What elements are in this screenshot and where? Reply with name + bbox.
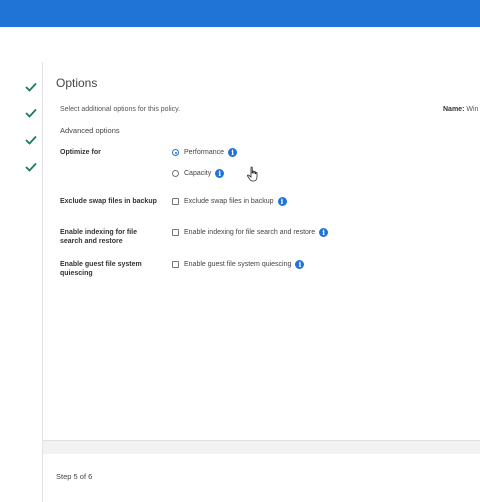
radio-performance[interactable]: Performance i [172,148,238,157]
radio-capacity-label: Capacity [184,170,212,177]
radio-button-selected[interactable] [172,149,179,156]
name-value: Win [466,106,479,113]
step-indicator: Step 5 of 6 [56,472,93,481]
indexing-option-label: Enable indexing for file search and rest… [184,229,316,236]
quiescing-checkbox-row[interactable]: Enable guest file system quiescing i [172,260,305,269]
radio-capacity[interactable]: Capacity i [172,169,225,178]
section-title: Advanced options [60,126,120,135]
indexing-label: Enable indexing for file search and rest… [60,229,138,245]
check-icon [25,135,37,145]
quiescing-checkbox[interactable] [172,261,179,268]
hand-pointer-icon [247,166,258,182]
footer-band [43,440,480,454]
page-title: Options [56,76,98,90]
indexing-checkbox[interactable] [172,229,179,236]
swap-checkbox-row[interactable]: Exclude swap files in backup i [172,197,287,206]
info-icon[interactable]: i [295,260,305,269]
name-label: Name: [443,106,465,113]
radio-button[interactable] [172,170,179,177]
info-icon[interactable]: i [215,169,225,178]
policy-name: Name: Win [443,106,478,113]
check-icon [25,82,37,92]
quiescing-label: Enable guest file system quiescing [60,261,142,277]
page-subtitle: Select additional options for this polic… [60,106,181,113]
check-icon [25,162,37,172]
indexing-checkbox-row[interactable]: Enable indexing for file search and rest… [172,228,329,237]
swap-option-label: Exclude swap files in backup [184,198,274,205]
info-icon[interactable]: i [228,148,238,157]
optimize-label: Optimize for [60,149,101,156]
options-panel: Options Select additional options for th… [43,27,480,440]
quiescing-option-label: Enable guest file system quiescing [184,261,292,268]
wizard-steps [0,27,42,502]
swap-label: Exclude swap files in backup [60,198,157,205]
top-bar [0,0,480,27]
swap-checkbox[interactable] [172,198,179,205]
info-icon[interactable]: i [319,228,329,237]
radio-performance-label: Performance [184,149,225,156]
info-icon[interactable]: i [277,197,287,206]
check-icon [25,108,37,118]
